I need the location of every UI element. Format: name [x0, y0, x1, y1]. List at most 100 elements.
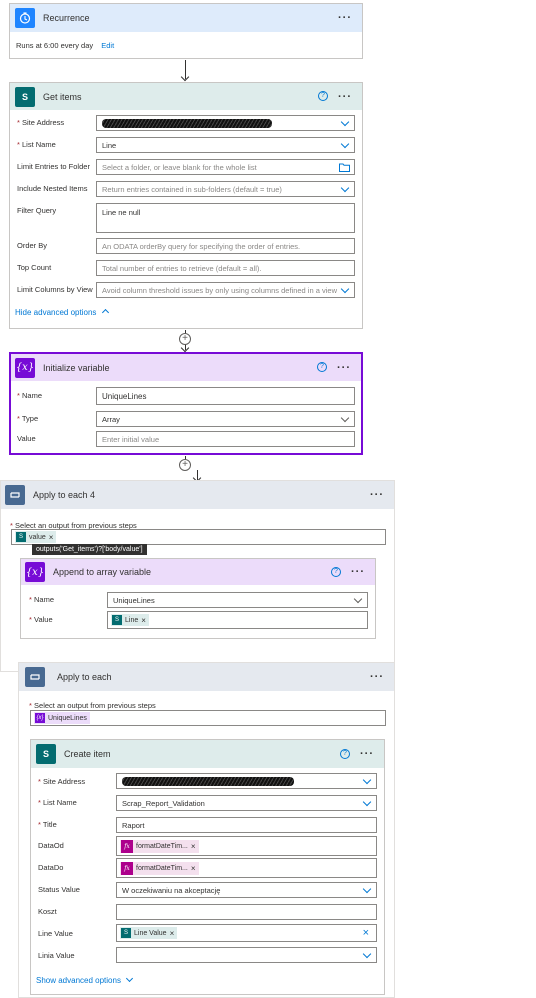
- more-options-icon[interactable]: ···: [338, 91, 352, 103]
- name-dropdown[interactable]: UniqueLines: [107, 592, 368, 608]
- formatdatetime-token[interactable]: fx formatDateTim... ×: [120, 839, 199, 853]
- folder-icon[interactable]: [339, 163, 350, 172]
- site-address-dropdown[interactable]: [116, 773, 377, 789]
- show-advanced-link[interactable]: Show advanced options: [36, 974, 134, 985]
- uniquelines-token[interactable]: {x} UniqueLines: [34, 712, 90, 724]
- limit-columns-dropdown[interactable]: Avoid column threshold issues by only us…: [96, 282, 355, 298]
- add-step-icon[interactable]: +: [179, 333, 191, 345]
- line-token[interactable]: S Line ×: [111, 614, 149, 626]
- get-items-header[interactable]: S Get items ? ···: [10, 83, 362, 110]
- function-icon: fx: [121, 839, 133, 853]
- limit-folder-input[interactable]: Select a folder, or leave blank for the …: [96, 159, 355, 175]
- list-name-dropdown[interactable]: Line: [96, 137, 355, 153]
- value-token[interactable]: S value ×: [15, 531, 57, 543]
- append-array-title: Append to array variable: [53, 567, 152, 577]
- append-array-header[interactable]: {x} Append to array variable ? ···: [21, 559, 375, 585]
- apply-each-4-title: Apply to each 4: [33, 490, 96, 500]
- sharepoint-icon: S: [15, 86, 35, 107]
- name-input[interactable]: UniqueLines: [96, 387, 355, 405]
- create-item-header[interactable]: S Create item ? ···: [31, 740, 384, 768]
- datado-label: DataDo: [38, 863, 64, 872]
- nested-items-dropdown[interactable]: Return entries contained in sub-folders …: [96, 181, 355, 197]
- status-value-dropdown[interactable]: W oczekiwaniu na akceptację: [116, 882, 377, 898]
- recurrence-title: Recurrence: [43, 13, 90, 23]
- status-value-label: Status Value: [38, 885, 80, 894]
- limit-columns-label: Limit Columns by View: [17, 285, 93, 294]
- redacted-value: [122, 776, 294, 786]
- edit-link[interactable]: Edit: [101, 41, 114, 50]
- site-address-dropdown[interactable]: [96, 115, 355, 131]
- value-input[interactable]: S Line ×: [107, 611, 368, 629]
- koszt-label: Koszt: [38, 907, 57, 916]
- flow-arrow: [197, 470, 198, 480]
- help-icon[interactable]: ?: [318, 91, 328, 101]
- init-variable-header[interactable]: {x} Initialize variable ? ···: [11, 354, 361, 381]
- variable-icon: {x}: [35, 713, 45, 723]
- more-options-icon[interactable]: ···: [338, 12, 352, 24]
- value-label: * Value: [29, 615, 53, 624]
- help-icon[interactable]: ?: [331, 567, 341, 577]
- site-address-label: * Site Address: [38, 777, 86, 786]
- nested-items-label: Include Nested Items: [17, 184, 88, 193]
- variable-icon: {x}: [15, 357, 35, 378]
- get-items-card: S Get items ? ··· * Site Address * List …: [9, 82, 363, 329]
- more-options-icon[interactable]: ···: [360, 748, 374, 760]
- line-value-input[interactable]: S Line Value × ×: [116, 924, 377, 942]
- append-array-card: {x} Append to array variable ? ··· * Nam…: [20, 558, 376, 639]
- flow-arrow: [185, 60, 186, 79]
- top-count-input[interactable]: Total number of entries to retrieve (def…: [96, 260, 355, 276]
- datado-input[interactable]: fx formatDateTim... ×: [116, 858, 377, 878]
- clear-icon[interactable]: ×: [363, 927, 369, 939]
- sharepoint-icon: S: [112, 615, 122, 625]
- limit-folder-label: Limit Entries to Folder: [17, 162, 90, 171]
- type-dropdown[interactable]: Array: [96, 411, 355, 427]
- select-output-input[interactable]: {x} UniqueLines: [30, 710, 386, 726]
- more-options-icon[interactable]: ···: [337, 362, 351, 374]
- add-step-icon[interactable]: +: [179, 459, 191, 471]
- help-icon[interactable]: ?: [340, 749, 350, 759]
- clock-icon: [15, 8, 35, 28]
- hide-advanced-link[interactable]: Hide advanced options: [15, 308, 109, 317]
- title-input[interactable]: Raport: [116, 817, 377, 833]
- init-variable-card: {x} Initialize variable ? ··· * Name Uni…: [9, 352, 363, 455]
- sharepoint-icon: S: [36, 744, 56, 764]
- sharepoint-icon: S: [121, 928, 131, 938]
- list-name-label: * List Name: [38, 798, 77, 807]
- filter-query-label: Filter Query: [17, 206, 57, 215]
- formatdatetime-token[interactable]: fx formatDateTim... ×: [120, 861, 199, 875]
- linia-value-label: Linia Value: [38, 951, 75, 960]
- more-options-icon[interactable]: ···: [370, 671, 384, 683]
- remove-token-icon[interactable]: ×: [49, 533, 54, 542]
- get-items-title: Get items: [43, 91, 82, 102]
- name-label: * Name: [29, 595, 55, 604]
- remove-token-icon[interactable]: ×: [141, 616, 146, 625]
- help-icon[interactable]: ?: [317, 362, 327, 372]
- init-variable-title: Initialize variable: [43, 362, 110, 373]
- more-options-icon[interactable]: ···: [370, 489, 384, 501]
- recurrence-summary: Runs at 6:00 every day: [16, 41, 94, 50]
- chevron-down-icon: [126, 974, 134, 983]
- remove-token-icon[interactable]: ×: [191, 842, 196, 851]
- line-value-token[interactable]: S Line Value ×: [120, 927, 178, 939]
- apply-each-4-card: Apply to each 4 ··· * Select an output f…: [0, 480, 395, 672]
- list-name-label: * List Name: [17, 140, 56, 149]
- list-name-dropdown[interactable]: Scrap_Report_Validation: [116, 795, 377, 811]
- select-output-input[interactable]: S value ×: [11, 529, 386, 545]
- remove-token-icon[interactable]: ×: [191, 864, 196, 873]
- order-by-input[interactable]: An ODATA orderBy query for specifying th…: [96, 238, 355, 254]
- apply-each-title: Apply to each: [57, 672, 112, 682]
- token-tooltip: outputs('Get_items')?['body/value']: [32, 544, 147, 555]
- apply-each-card: Apply to each ··· * Select an output fro…: [18, 662, 395, 998]
- apply-each-header[interactable]: Apply to each ···: [19, 663, 394, 691]
- koszt-input[interactable]: [116, 904, 377, 920]
- recurrence-header[interactable]: Recurrence ···: [10, 4, 362, 32]
- site-address-label: * Site Address: [17, 118, 65, 127]
- filter-query-input[interactable]: Line ne null: [96, 203, 355, 233]
- dataod-input[interactable]: fx formatDateTim... ×: [116, 836, 377, 856]
- remove-token-icon[interactable]: ×: [170, 929, 175, 938]
- more-options-icon[interactable]: ···: [351, 566, 365, 578]
- sharepoint-icon: S: [16, 532, 26, 542]
- apply-each-4-header[interactable]: Apply to each 4 ···: [1, 481, 394, 509]
- linia-value-dropdown[interactable]: [116, 947, 377, 963]
- value-input[interactable]: Enter initial value: [96, 431, 355, 447]
